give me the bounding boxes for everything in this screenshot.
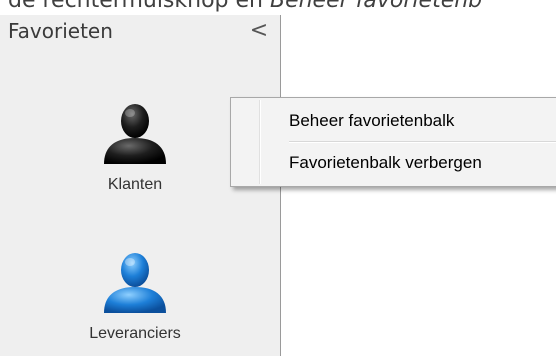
- favorite-label: Klanten: [107, 176, 163, 193]
- collapse-chevron-icon[interactable]: <: [248, 20, 270, 43]
- person-blue-icon: [104, 253, 166, 313]
- caption-text: de rechtermuisknop en: [8, 0, 270, 13]
- sidebar-title: Favorieten: [8, 19, 113, 43]
- instruction-caption: de rechtermuisknop en Beheer favorietenb: [8, 0, 482, 13]
- favorite-item-klanten[interactable]: Klanten: [35, 98, 235, 194]
- menu-item-favorietenbalk-verbergen[interactable]: Favorietenbalk verbergen: [234, 144, 556, 182]
- context-menu: Beheer favorietenbalk Favorietenbalk ver…: [230, 97, 556, 187]
- menu-item-label: Beheer favorietenbalk: [289, 111, 455, 130]
- menu-item-label: Favorietenbalk verbergen: [289, 153, 482, 172]
- menu-separator: [289, 141, 556, 143]
- menu-item-beheer-favorietenbalk[interactable]: Beheer favorietenbalk: [234, 102, 556, 140]
- favorite-label: Leveranciers: [89, 325, 181, 342]
- person-black-icon: [104, 104, 166, 164]
- favorite-item-leveranciers[interactable]: Leveranciers: [35, 247, 235, 343]
- caption-emphasis: Beheer favorietenb: [269, 0, 483, 13]
